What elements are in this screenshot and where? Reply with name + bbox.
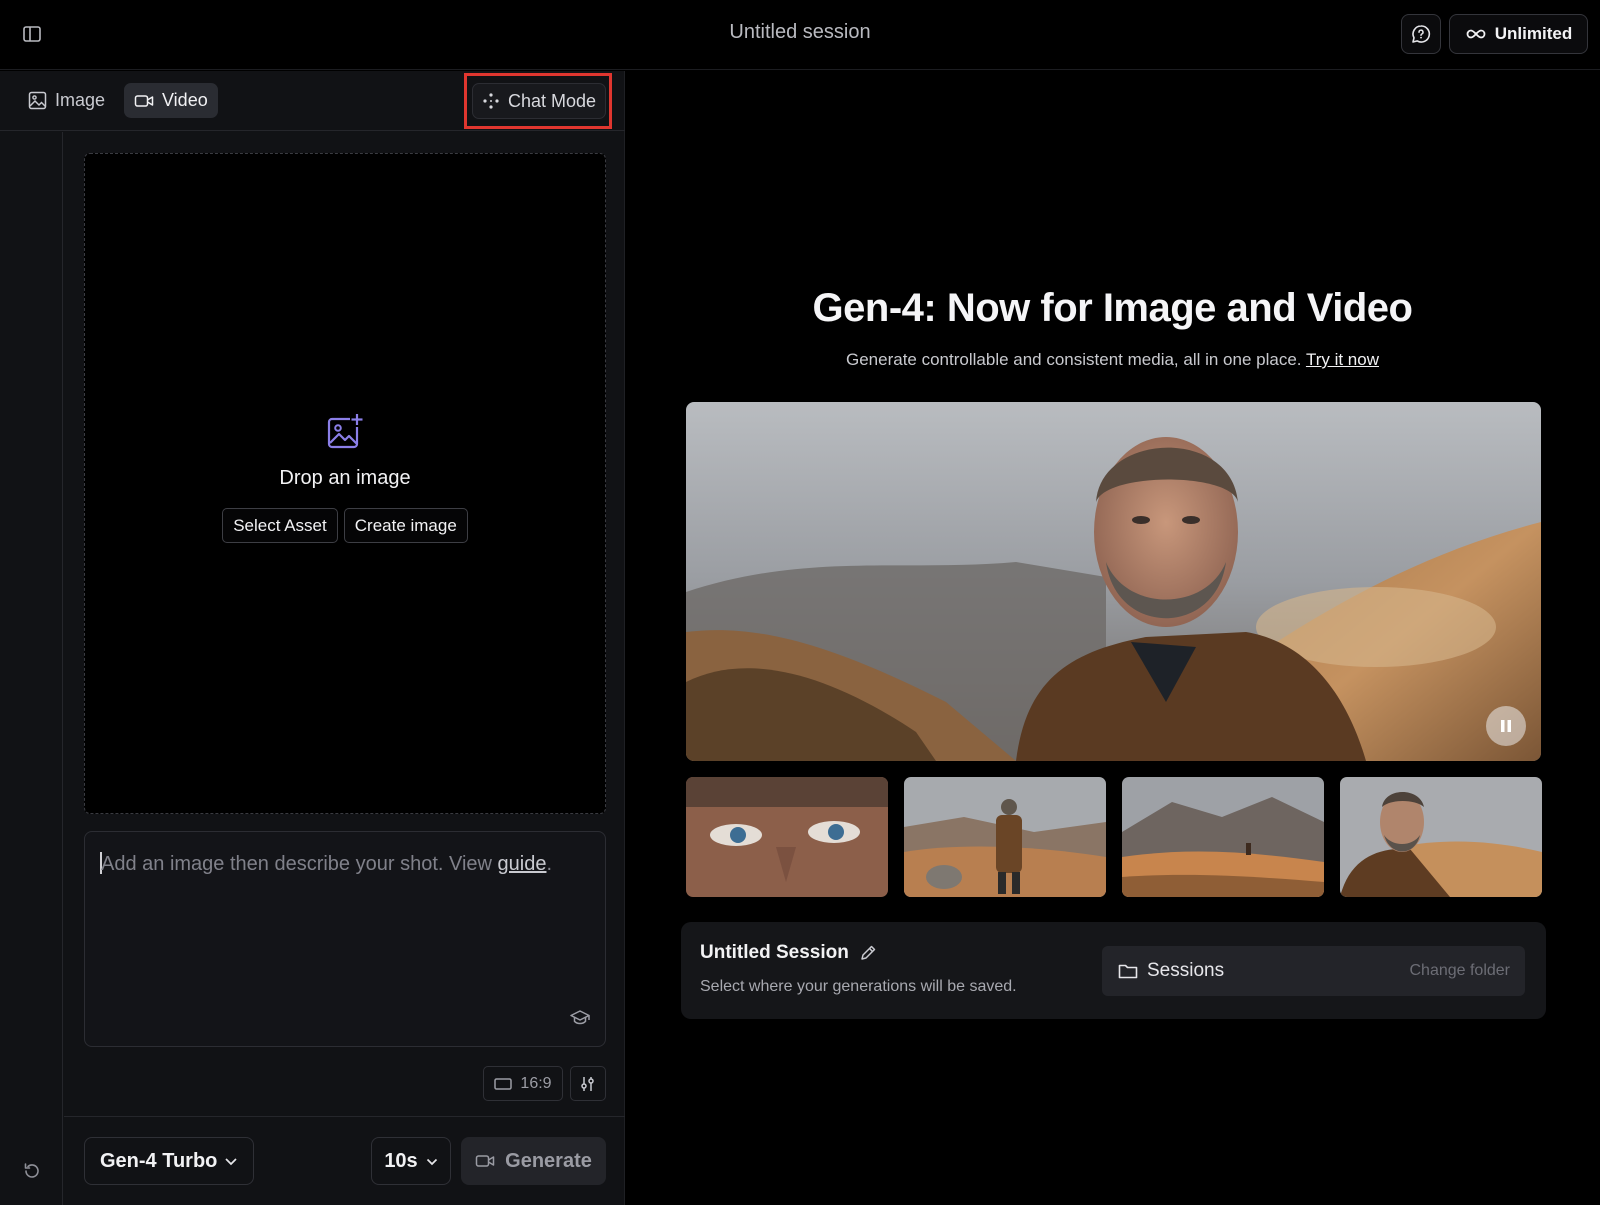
folder-selector[interactable]: Sessions Change folder (1102, 946, 1525, 996)
model-label: Gen-4 Turbo (100, 1149, 218, 1172)
tab-video[interactable]: Video (124, 83, 218, 118)
session-title: Untitled session (729, 21, 871, 43)
select-asset-button[interactable]: Select Asset (222, 508, 338, 543)
divider (64, 1116, 625, 1117)
aspect-ratio-label: 16:9 (520, 1074, 552, 1092)
promo-heading: Gen-4: Now for Image and Video (812, 286, 1413, 330)
image-plus-icon (327, 414, 364, 449)
duration-select[interactable]: 10s (371, 1137, 451, 1185)
chevron-down-icon (225, 1158, 237, 1166)
prompt-textarea[interactable]: Add an image then describe your shot. Vi… (84, 831, 606, 1047)
prompt-placeholder: Add an image then describe your shot. Vi… (101, 853, 552, 876)
session-name-label: Untitled Session (700, 942, 849, 963)
try-it-now-link[interactable]: Try it now (1306, 350, 1379, 369)
chat-bubble-icon (1412, 25, 1431, 43)
chat-mode-button[interactable]: Chat Mode (472, 83, 606, 119)
hero-video[interactable] (686, 402, 1541, 761)
graduation-cap-icon[interactable] (569, 1008, 591, 1026)
pause-button[interactable] (1486, 706, 1526, 746)
thumbnail-man-profile[interactable] (1340, 777, 1542, 897)
tab-video-label: Video (162, 90, 208, 110)
pause-icon (1501, 720, 1511, 732)
promo-subtitle-text: Generate controllable and consistent med… (846, 350, 1302, 369)
unlimited-plan-button[interactable]: Unlimited (1449, 14, 1588, 54)
pencil-icon[interactable] (859, 944, 877, 962)
sliders-icon (581, 1076, 594, 1091)
guide-link[interactable]: guide (498, 853, 547, 875)
placeholder-text: Add an image then describe your shot. Vi… (101, 853, 498, 875)
image-dropzone[interactable]: Drop an image Select Asset Create image (84, 153, 606, 814)
thumbnail-man-walking[interactable] (904, 777, 1106, 897)
generate-label: Generate (505, 1149, 592, 1172)
video-camera-icon (134, 94, 154, 107)
tab-image[interactable]: Image (18, 83, 115, 118)
aspect-ratio-button[interactable]: 16:9 (483, 1066, 563, 1101)
aspect-ratio-icon (494, 1077, 513, 1090)
top-bar: Untitled session Unlimited (0, 0, 1600, 70)
model-select[interactable]: Gen-4 Turbo (84, 1137, 254, 1185)
video-camera-icon (475, 1155, 495, 1167)
change-folder-link[interactable]: Change folder (1409, 962, 1510, 980)
image-icon (28, 91, 47, 110)
tab-image-label: Image (55, 90, 106, 110)
generation-panel: Image Video Chat Mode Drop an image Sele… (0, 71, 625, 1205)
duration-label: 10s (384, 1149, 418, 1172)
session-name: Untitled Session (700, 942, 877, 964)
placeholder-period: . (546, 853, 553, 875)
infinity-icon (1466, 29, 1486, 39)
sidebar-toggle-icon[interactable] (20, 22, 44, 46)
unlimited-label: Unlimited (1494, 24, 1573, 43)
folder-name: Sessions (1147, 960, 1225, 981)
thumbnail-mountain-landscape[interactable] (1122, 777, 1324, 897)
chat-mode-highlight: Chat Mode (464, 73, 612, 129)
dropzone-title: Drop an image (279, 467, 411, 489)
example-thumbnails (686, 777, 1542, 897)
session-subtitle: Select where your generations will be sa… (700, 978, 1017, 995)
chevron-down-icon (426, 1158, 437, 1165)
create-image-button[interactable]: Create image (343, 508, 468, 543)
hero-video-frame (686, 402, 1541, 761)
history-icon[interactable] (20, 1159, 44, 1183)
promo-subtitle: Generate controllable and consistent med… (625, 350, 1600, 370)
chat-mode-label: Chat Mode (507, 90, 597, 111)
session-card: Untitled Session Select where your gener… (681, 922, 1546, 1019)
dropzone-actions: Select Asset Create image (85, 508, 605, 543)
left-rail (0, 132, 63, 1205)
folder-icon (1118, 964, 1138, 979)
thumbnail-closeup-eyes[interactable] (686, 777, 888, 897)
sparkle-dots-icon (483, 93, 499, 109)
mode-tabs: Image Video Chat Mode (0, 71, 625, 131)
settings-button[interactable] (570, 1066, 606, 1101)
feedback-button[interactable] (1401, 14, 1441, 54)
generate-button[interactable]: Generate (461, 1137, 606, 1185)
